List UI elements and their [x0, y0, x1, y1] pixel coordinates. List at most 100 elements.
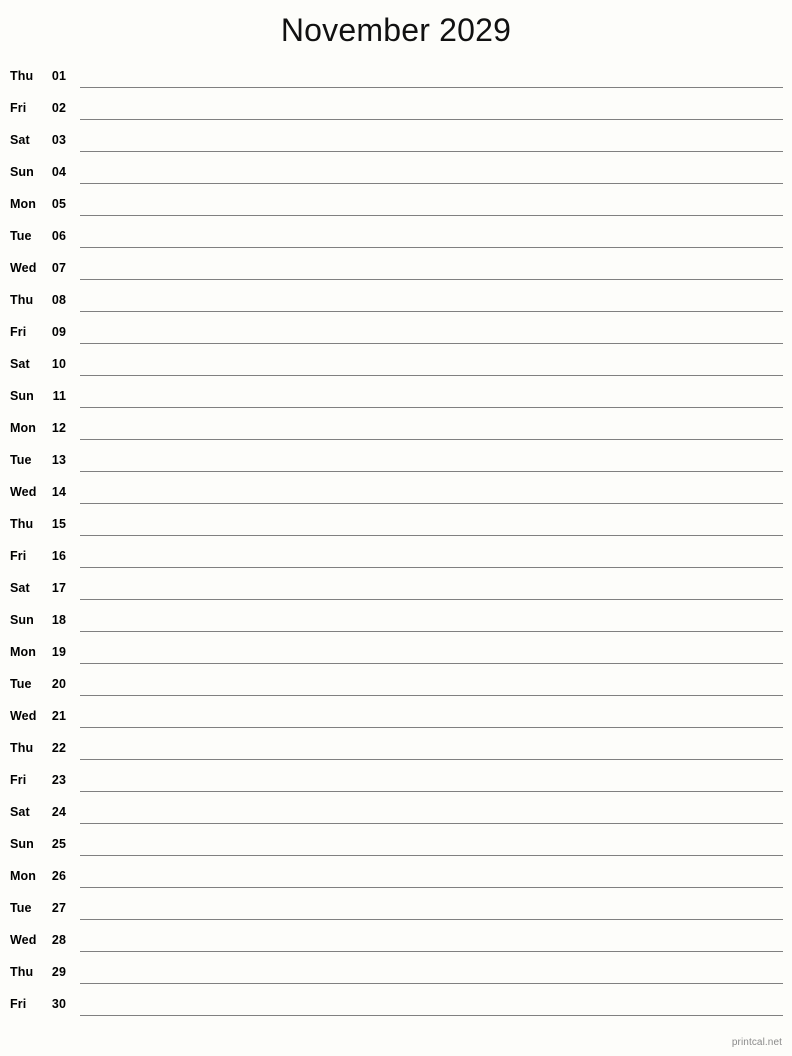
- day-row[interactable]: Fri 09: [0, 316, 792, 348]
- day-row-date-number: 03: [51, 133, 66, 147]
- day-row-writing-line[interactable]: [80, 279, 783, 280]
- day-row[interactable]: Tue 20: [0, 668, 792, 700]
- day-row[interactable]: Sat 10: [0, 348, 792, 380]
- day-row-writing-line[interactable]: [80, 151, 783, 152]
- day-row[interactable]: Wed 14: [0, 476, 792, 508]
- day-row[interactable]: Thu 01: [0, 60, 792, 92]
- day-row[interactable]: Thu 22: [0, 732, 792, 764]
- day-row-writing-line[interactable]: [80, 375, 783, 376]
- day-row-writing-line[interactable]: [80, 823, 783, 824]
- day-row-weekday: Sat: [10, 133, 30, 147]
- day-row-list: Thu 01 Fri 02 Sat 03 Sun 04 Mon 05 Tue 06 Wed 07 Thu 08…: [0, 60, 792, 1020]
- day-row-writing-line[interactable]: [80, 983, 783, 984]
- day-row-writing-line[interactable]: [80, 503, 783, 504]
- day-row[interactable]: Sun 11: [0, 380, 792, 412]
- day-row-date-number: 16: [51, 549, 66, 563]
- day-row-date-number: 30: [51, 997, 66, 1011]
- day-row-date-number: 28: [51, 933, 66, 947]
- day-row-date-number: 23: [51, 773, 66, 787]
- day-row[interactable]: Sun 25: [0, 828, 792, 860]
- day-row[interactable]: Mon 05: [0, 188, 792, 220]
- day-row-writing-line[interactable]: [80, 535, 783, 536]
- day-row[interactable]: Sun 04: [0, 156, 792, 188]
- day-row-writing-line[interactable]: [80, 87, 783, 88]
- day-row[interactable]: Tue 13: [0, 444, 792, 476]
- day-row-date-number: 04: [51, 165, 66, 179]
- page-title: November 2029: [280, 12, 512, 48]
- day-row-date-number: 20: [51, 677, 66, 691]
- day-row-weekday: Sat: [10, 357, 30, 371]
- day-row[interactable]: Thu 29: [0, 956, 792, 988]
- day-row-weekday: Sat: [10, 805, 30, 819]
- day-row-writing-line[interactable]: [80, 663, 783, 664]
- day-row-date-number: 01: [51, 69, 66, 83]
- day-row-writing-line[interactable]: [80, 855, 783, 856]
- day-row-writing-line[interactable]: [80, 759, 783, 760]
- day-row-writing-line[interactable]: [80, 119, 783, 120]
- footer-credit: printcal.net: [731, 1037, 782, 1048]
- day-row[interactable]: Wed 21: [0, 700, 792, 732]
- day-row-date-number: 02: [51, 101, 66, 115]
- day-row-weekday: Tue: [10, 453, 32, 467]
- day-row-weekday: Fri: [10, 325, 27, 339]
- day-row-writing-line[interactable]: [80, 727, 783, 728]
- day-row[interactable]: Fri 23: [0, 764, 792, 796]
- day-row-date-number: 08: [51, 293, 66, 307]
- day-row-writing-line[interactable]: [80, 183, 783, 184]
- day-row[interactable]: Fri 02: [0, 92, 792, 124]
- day-row[interactable]: Tue 27: [0, 892, 792, 924]
- day-row-date-number: 18: [51, 613, 66, 627]
- day-row[interactable]: Fri 30: [0, 988, 792, 1020]
- day-row-date-number: 15: [51, 517, 66, 531]
- day-row[interactable]: Sat 03: [0, 124, 792, 156]
- day-row-writing-line[interactable]: [80, 407, 783, 408]
- day-row-date-number: 09: [51, 325, 66, 339]
- day-row-date-number: 13: [51, 453, 66, 467]
- day-row-writing-line[interactable]: [80, 599, 783, 600]
- day-row-writing-line[interactable]: [80, 631, 783, 632]
- day-row-writing-line[interactable]: [80, 695, 783, 696]
- day-row-writing-line[interactable]: [80, 567, 783, 568]
- day-row[interactable]: Mon 19: [0, 636, 792, 668]
- day-row-date-number: 14: [51, 485, 66, 499]
- day-row[interactable]: Thu 08: [0, 284, 792, 316]
- day-row-date-number: 22: [51, 741, 66, 755]
- day-row-writing-line[interactable]: [80, 215, 783, 216]
- day-row[interactable]: Mon 26: [0, 860, 792, 892]
- day-row-writing-line[interactable]: [80, 471, 783, 472]
- day-row-writing-line[interactable]: [80, 439, 783, 440]
- day-row-weekday: Fri: [10, 101, 27, 115]
- day-row[interactable]: Sat 24: [0, 796, 792, 828]
- day-row-writing-line[interactable]: [80, 791, 783, 792]
- day-row-weekday: Fri: [10, 997, 27, 1011]
- day-row-weekday: Fri: [10, 549, 27, 563]
- day-row[interactable]: Thu 15: [0, 508, 792, 540]
- day-row[interactable]: Sun 18: [0, 604, 792, 636]
- day-row-writing-line[interactable]: [80, 343, 783, 344]
- day-row-date-number: 17: [51, 581, 66, 595]
- day-row-weekday: Sat: [10, 581, 30, 595]
- day-row[interactable]: Wed 28: [0, 924, 792, 956]
- calendar-page: November 2029 Thu 01 Fri 02 Sat 03 Sun 04 Mon 05 T…: [0, 0, 792, 1056]
- day-row-writing-line[interactable]: [80, 951, 783, 952]
- day-row[interactable]: Fri 16: [0, 540, 792, 572]
- day-row-date-number: 05: [51, 197, 66, 211]
- day-row-date-number: 27: [51, 901, 66, 915]
- day-row-writing-line[interactable]: [80, 311, 783, 312]
- day-row-writing-line[interactable]: [80, 887, 783, 888]
- day-row-date-number: 07: [51, 261, 66, 275]
- day-row-weekday: Tue: [10, 677, 32, 691]
- day-row-date-number: 21: [51, 709, 66, 723]
- day-row[interactable]: Wed 07: [0, 252, 792, 284]
- day-row[interactable]: Mon 12: [0, 412, 792, 444]
- day-row-date-number: 26: [51, 869, 66, 883]
- day-row-writing-line[interactable]: [80, 1015, 783, 1016]
- day-row[interactable]: Tue 06: [0, 220, 792, 252]
- day-row-writing-line[interactable]: [80, 247, 783, 248]
- day-row-weekday: Fri: [10, 773, 27, 787]
- day-row-writing-line[interactable]: [80, 919, 783, 920]
- day-row[interactable]: Sat 17: [0, 572, 792, 604]
- day-row-weekday: Tue: [10, 901, 32, 915]
- day-row-date-number: 11: [52, 389, 66, 403]
- day-row-date-number: 25: [51, 837, 66, 851]
